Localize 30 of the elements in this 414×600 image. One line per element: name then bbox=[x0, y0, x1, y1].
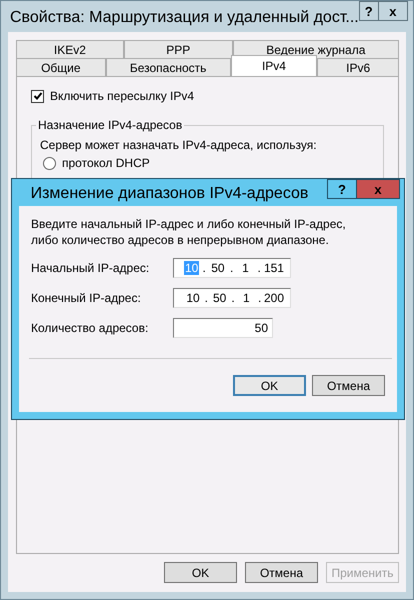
tab[interactable]: Безопасность bbox=[106, 58, 231, 76]
help-button[interactable]: ? bbox=[358, 1, 379, 21]
field-label: Количество адресов: bbox=[31, 321, 150, 335]
dialog-button[interactable]: OK bbox=[164, 562, 237, 583]
dialog-button[interactable]: Отмена bbox=[245, 562, 318, 583]
ip-address-field[interactable]: 10 . 50 . 1 . 151 bbox=[173, 258, 291, 278]
tab[interactable]: Общие bbox=[16, 58, 106, 76]
tab[interactable]: IPv4 bbox=[230, 55, 318, 76]
instruction-text: Введите начальный IP-адрес и либо конечный IP-адрес, либо количество адресов в непрерывном диапазоне. bbox=[31, 216, 347, 248]
tab[interactable]: PPP bbox=[124, 40, 233, 58]
tab[interactable]: Ведение журнала bbox=[232, 40, 399, 58]
tab[interactable]: IPv6 bbox=[317, 58, 399, 76]
group-title: Назначение IPv4-адресов bbox=[36, 118, 184, 132]
tab[interactable]: IKEv2 bbox=[16, 40, 124, 58]
dialog-title: Изменение диапазонов IPv4-адресов bbox=[30, 184, 310, 203]
close-button[interactable]: x bbox=[357, 179, 400, 199]
radio-button[interactable] bbox=[43, 156, 56, 170]
field-label: Начальный IP-адрес: bbox=[31, 261, 150, 275]
close-button[interactable]: x bbox=[378, 1, 408, 21]
window-title: Свойства: Маршрутизация и удаленный дост... bbox=[9, 8, 359, 27]
dialog-button[interactable]: OK bbox=[233, 375, 306, 396]
input-field[interactable]: 50 bbox=[173, 318, 273, 338]
checkbox-label: Включить пересылку IPv4 bbox=[50, 89, 194, 103]
field-label: Конечный IP-адрес: bbox=[31, 291, 142, 305]
radio-label: протокол DHCP bbox=[62, 156, 150, 170]
dialog-button[interactable]: Отмена bbox=[312, 375, 385, 396]
help-button[interactable]: ? bbox=[327, 179, 357, 199]
group-text: Сервер может назначать IPv4-адреса, используя: bbox=[40, 138, 318, 152]
ip-address-field[interactable]: 10 . 50 . 1 . 200 bbox=[173, 288, 291, 308]
checkbox[interactable] bbox=[31, 90, 44, 102]
